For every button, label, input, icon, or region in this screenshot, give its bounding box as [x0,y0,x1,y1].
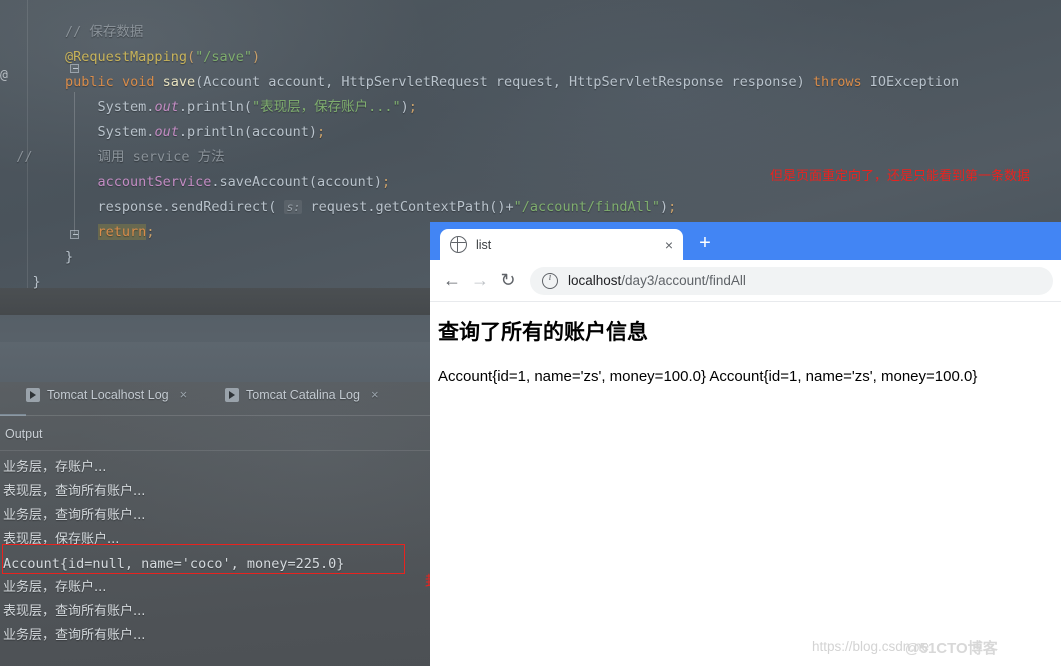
annotation-redirect-note: 但是页面重定向了，还是只能看到第一条数据 [770,169,1031,184]
url-host: localhost [568,273,622,288]
forward-icon[interactable]: → [466,267,494,295]
browser-page-content: 查询了所有的账户信息 Account{id=1, name='zs', mone… [430,302,1061,666]
output-separator [0,450,430,451]
browser-tab-strip: list × + [430,222,1061,260]
code-line: public void save(Account account, HttpSe… [0,70,1061,95]
browser-tab-list[interactable]: list × [440,229,683,260]
watermark-brand: @51CTO博客 [905,640,998,657]
console-line: 业务层，查询所有账户... [3,628,146,643]
code-token: public [65,74,114,90]
code-token: ) [400,99,409,115]
code-token: ) [659,199,669,215]
code-token: (Account account, HttpServletRequest req… [195,74,813,90]
code-token: out [154,99,179,115]
code-token: accountService [97,174,212,190]
code-line: System.out.println(account); [0,120,1061,145]
code-token: ; [408,99,417,115]
reload-icon[interactable]: ↻ [494,267,522,295]
code-token: .println( [178,99,252,115]
code-token: return [97,224,147,240]
url-bar[interactable]: localhost/day3/account/findAll [530,266,1053,295]
browser-tab-title: list [476,237,492,252]
console-line: 业务层，存账户... [3,460,107,475]
console-line: 表现层，保存账户... [3,532,120,547]
tab-tomcat-localhost-log[interactable]: Tomcat Localhost Log × [26,387,187,402]
code-token: s: [284,200,303,214]
console-line: 表现层，查询所有账户... [3,604,146,619]
tool-window-tabs: Tomcat Localhost Log × Tomcat Catalina L… [0,382,430,415]
browser-toolbar: ← → ↻ localhost/day3/account/findAll [430,260,1061,302]
screenshot-root: @ // 保存数据 @RequestMapping("/save") publi… [0,0,1061,666]
tab-separator [0,415,430,416]
run-icon [26,387,40,402]
code-token: // 调用 service 方法 [0,149,225,165]
code-token: request.getContextPath()+ [302,199,514,215]
tab-label: Tomcat Localhost Log [47,387,169,402]
output-section-label: Output [5,427,43,441]
code-token: "/save" [195,49,252,65]
page-heading: 查询了所有的账户信息 [438,320,648,344]
console-line: 业务层，查询所有账户... [3,508,146,523]
code-token: IOException [861,74,960,90]
new-tab-button[interactable]: + [694,233,716,255]
code-token: out [154,124,179,140]
tab-tomcat-catalina-log[interactable]: Tomcat Catalina Log × [225,387,379,402]
code-token: "表现层，保存账户..." [251,99,401,115]
info-icon[interactable] [542,272,558,289]
code-token: ) [252,49,261,65]
code-line: @RequestMapping("/save") [0,45,1061,70]
globe-icon [450,236,467,253]
url-text: localhost/day3/account/findAll [568,273,746,288]
code-token: ; [317,124,326,140]
code-token: System. [0,124,155,140]
run-icon [225,387,239,402]
code-token: save [162,74,196,90]
console-line: 表现层，查询所有账户... [3,484,146,499]
browser-window: list × + ← → ↻ localhost/day3/account/fi… [430,222,1061,666]
console-output[interactable]: 业务层，存账户... 表现层，查询所有账户... 业务层，查询所有账户... 表现层，… [3,456,428,648]
close-icon[interactable]: × [371,387,379,402]
code-line: System.out.println("表现层，保存账户..."); [0,95,1061,120]
code-token: ; [146,224,155,240]
console-line: Account{id=null, name='coco', money=225.… [3,556,345,572]
code-token: // 保存数据 [65,24,144,40]
close-icon[interactable]: × [665,238,673,252]
code-line: response.sendRedirect( s: request.getCon… [0,195,1061,220]
page-account-list: Account{id=1, name='zs', money=100.0} Ac… [438,368,978,385]
code-token: } [0,274,41,290]
code-token: @RequestMapping [65,49,187,65]
code-token: .saveAccount(account) [211,174,383,190]
code-token: ( [186,49,196,65]
code-token: "/account/findAll" [513,199,660,215]
code-token: void [121,74,155,90]
close-icon[interactable]: × [180,387,188,402]
code-token: ; [382,174,391,190]
code-token: } [0,249,74,265]
code-token: throws [812,74,862,90]
code-token: .println(account) [178,124,317,140]
url-path: /day3/account/findAll [621,273,746,288]
code-token: ; [668,199,677,215]
console-line: 业务层，存账户... [3,580,107,595]
back-icon[interactable]: ← [438,267,466,295]
code-line: // 保存数据 [0,20,1061,45]
code-token: System. [0,99,155,115]
code-token: response.sendRedirect( [0,199,285,215]
tab-label: Tomcat Catalina Log [246,387,360,402]
